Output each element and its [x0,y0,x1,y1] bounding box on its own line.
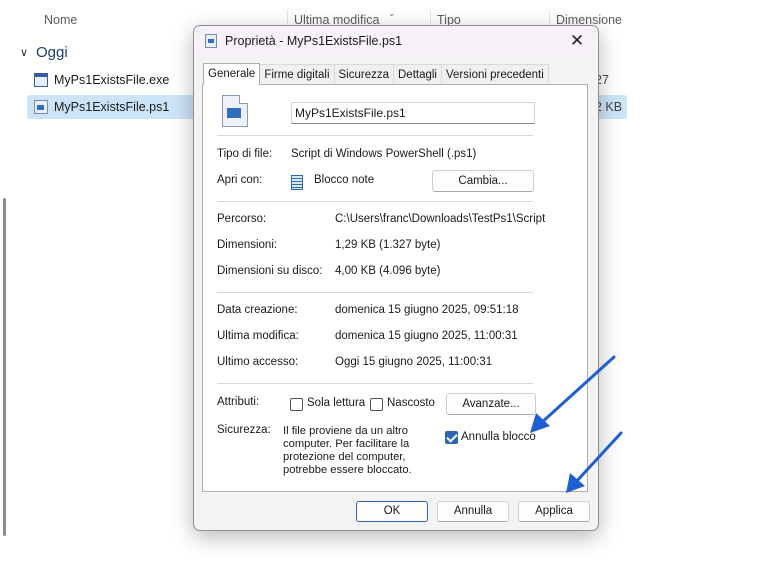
path-value: C:\Users\franc\Downloads\TestPs1\ScriptI [335,213,545,225]
created-label: Data creazione: [217,304,298,316]
divider [217,383,533,384]
unblock-label[interactable]: Annulla blocco [461,431,536,443]
file-type-value: Script di Windows PowerShell (.ps1) [291,148,477,160]
tab-strip: Generale Firme digitali Sicurezza Dettag… [203,63,549,85]
size-value: 1,29 KB (1.327 byte) [335,239,441,251]
divider [217,201,533,202]
readonly-checkbox[interactable] [290,398,303,411]
security-label: Sicurezza: [217,424,271,436]
divider [217,135,533,136]
exe-file-icon [34,73,48,87]
file-type-label: Tipo di file: [217,148,273,160]
unblock-checkbox[interactable] [445,431,458,444]
tab-general[interactable]: Generale [203,63,261,85]
path-label: Percorso: [217,213,267,225]
disk-size-label: Dimensioni su disco: [217,265,323,277]
divider [217,292,533,293]
ok-button[interactable]: OK [356,501,428,522]
change-button[interactable]: Cambia... [432,170,534,192]
tab-previous-versions[interactable]: Versioni precedenti [441,64,549,84]
attributes-label: Attributi: [217,396,260,408]
modified-value: domenica 15 giugno 2025, 11:00:31 [335,330,518,342]
tab-digital-signatures[interactable]: Firme digitali [259,64,335,84]
file-size: 2 KB [595,100,623,114]
file-name-input[interactable] [291,102,535,124]
tab-security[interactable]: Sicurezza [333,64,394,84]
powershell-script-icon [205,34,217,48]
file-name: MyPs1ExistsFile.exe [54,73,170,87]
created-value: domenica 15 giugno 2025, 09:51:18 [335,304,519,316]
notepad-icon [291,175,303,190]
dialog-title: Proprietà - MyPs1ExistsFile.ps1 [225,34,403,48]
advanced-button[interactable]: Avanzate... [446,393,536,415]
vertical-scrollbar[interactable] [3,198,6,536]
group-header-today[interactable]: ∨ Oggi [20,41,68,63]
chevron-down-icon: ∨ [20,46,29,59]
general-tab-panel: Tipo di file: Script di Windows PowerShe… [202,84,588,492]
size-label: Dimensioni: [217,239,278,251]
file-size: 27 KB [595,73,612,111]
hidden-checkbox[interactable] [370,398,383,411]
properties-dialog: Proprietà - MyPs1ExistsFile.ps1 ✕ Genera… [193,25,599,531]
opens-with-value: Blocco note [314,174,375,186]
group-label: Oggi [36,43,68,61]
apply-button[interactable]: Applica [518,501,590,522]
accessed-label: Ultimo accesso: [217,356,299,368]
hidden-label[interactable]: Nascosto [387,397,435,409]
disk-size-value: 4,00 KB (4.096 byte) [335,265,441,277]
readonly-label[interactable]: Sola lettura [307,397,365,409]
close-button[interactable]: ✕ [556,26,598,56]
powershell-script-icon [222,95,248,127]
cancel-button[interactable]: Annulla [437,501,509,522]
security-warning-text: Il file proviene da un altro computer. P… [283,425,412,476]
sort-caret-icon: ⌄ [388,8,396,18]
file-name: MyPs1ExistsFile.ps1 [54,100,170,114]
accessed-value: Oggi 15 giugno 2025, 11:00:31 [335,356,493,368]
tab-details[interactable]: Dettagli [393,64,442,84]
opens-with-label: Apri con: [217,174,263,186]
powershell-script-icon [34,100,48,114]
modified-label: Ultima modifica: [217,330,299,342]
dialog-titlebar[interactable]: Proprietà - MyPs1ExistsFile.ps1 ✕ [194,26,598,56]
